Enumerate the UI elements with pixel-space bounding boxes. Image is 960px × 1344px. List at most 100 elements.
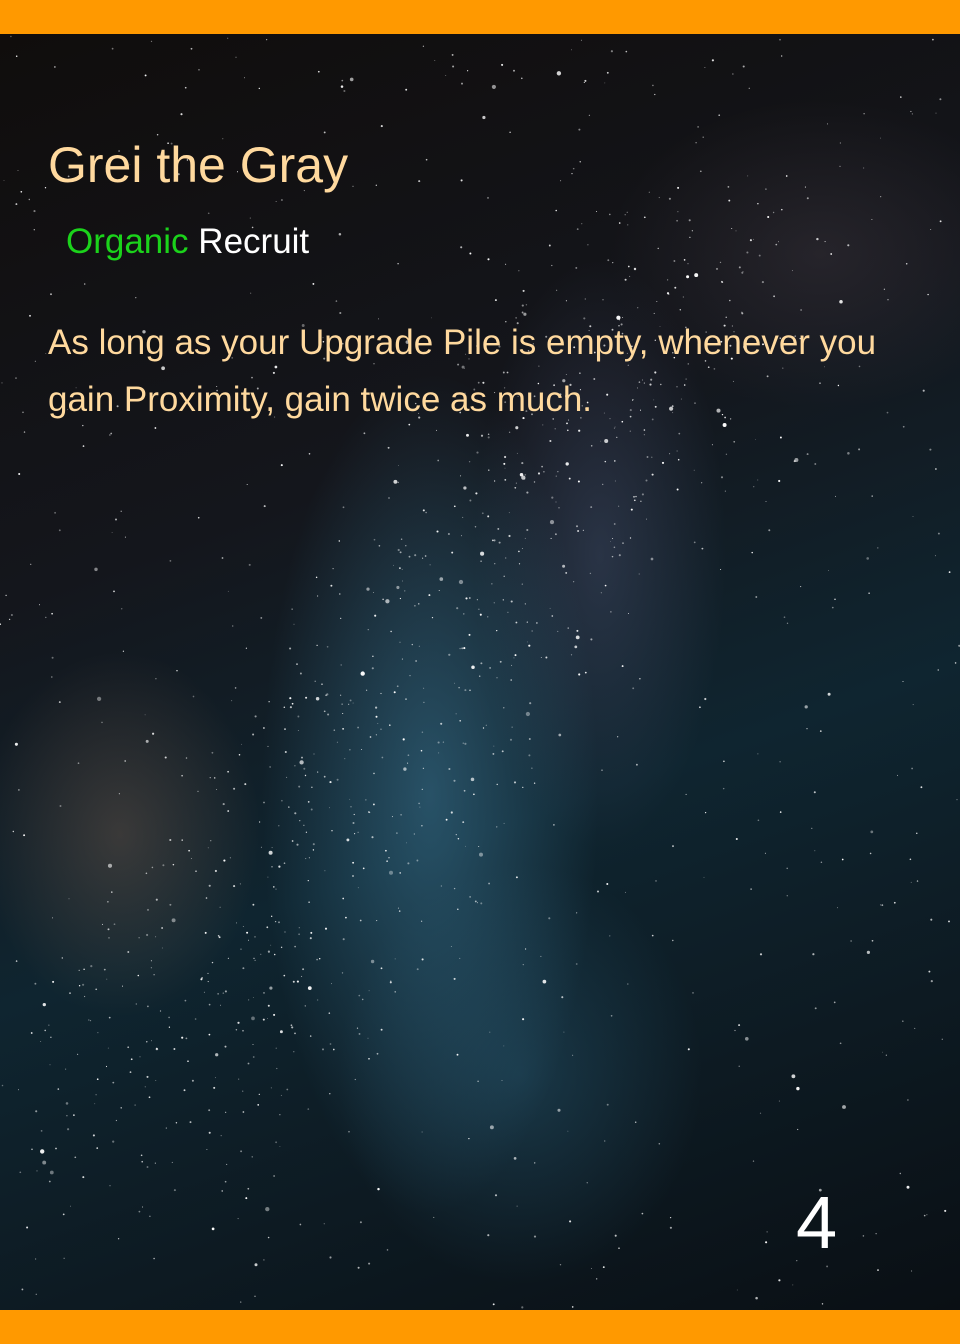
star	[779, 436, 782, 439]
star	[15, 960, 18, 962]
star	[434, 60, 436, 61]
star	[405, 842, 407, 844]
star	[911, 1270, 913, 1272]
star	[34, 982, 37, 985]
star	[305, 858, 307, 860]
star	[496, 629, 498, 632]
star	[155, 1080, 157, 1081]
star	[437, 741, 440, 744]
star	[210, 840, 212, 842]
star	[369, 736, 372, 738]
star	[357, 831, 359, 833]
star	[289, 647, 292, 650]
star	[448, 653, 451, 656]
star	[941, 1038, 943, 1040]
star	[901, 1020, 904, 1023]
star	[528, 754, 531, 757]
star	[52, 980, 55, 983]
star	[73, 1114, 75, 1116]
star	[148, 1096, 151, 1099]
star	[669, 453, 671, 455]
star	[877, 547, 879, 549]
star	[120, 1107, 122, 1109]
star	[480, 902, 483, 905]
star	[155, 677, 157, 680]
star	[604, 1140, 606, 1142]
star	[190, 47, 193, 50]
star	[555, 209, 557, 212]
star	[54, 511, 57, 514]
star	[335, 300, 338, 302]
star	[526, 528, 529, 532]
star	[67, 1128, 70, 1131]
star	[606, 1103, 609, 1106]
star	[479, 613, 482, 616]
star	[460, 179, 463, 182]
star	[935, 112, 937, 114]
star	[301, 975, 303, 977]
star	[343, 89, 346, 93]
star	[389, 981, 392, 984]
star	[510, 600, 513, 603]
star	[525, 711, 531, 717]
star	[462, 516, 464, 518]
star	[549, 439, 552, 443]
star	[280, 946, 283, 949]
star	[496, 677, 498, 679]
star	[137, 974, 140, 977]
star	[338, 540, 341, 542]
star	[96, 696, 102, 702]
star	[346, 838, 350, 842]
star	[283, 706, 286, 709]
star	[112, 1081, 115, 1084]
star	[677, 211, 679, 213]
star	[181, 1036, 184, 1039]
star	[101, 923, 103, 925]
star	[90, 965, 93, 968]
card-ability-text: As long as your Upgrade Pile is empty, w…	[48, 323, 877, 419]
star	[907, 1099, 909, 1101]
star	[380, 728, 382, 730]
star	[352, 185, 354, 187]
star	[753, 238, 755, 240]
star	[372, 591, 375, 594]
star	[911, 767, 913, 770]
star	[173, 1189, 176, 1192]
star	[657, 247, 659, 250]
star	[791, 270, 793, 272]
star	[627, 265, 630, 268]
star	[496, 783, 498, 786]
star	[107, 928, 110, 931]
star	[254, 715, 257, 718]
star	[233, 885, 236, 888]
star	[254, 936, 256, 938]
star	[1, 1084, 4, 1087]
star	[678, 432, 681, 435]
star	[450, 945, 452, 948]
star	[667, 293, 670, 296]
star	[783, 616, 786, 619]
star	[155, 936, 157, 938]
star	[408, 555, 411, 558]
star	[463, 613, 465, 615]
star	[376, 920, 378, 922]
star	[693, 541, 696, 544]
star	[638, 573, 640, 575]
star	[222, 992, 225, 994]
star	[323, 131, 326, 134]
star	[893, 901, 896, 904]
star	[113, 923, 116, 926]
star	[460, 535, 462, 537]
star	[144, 74, 147, 77]
star	[715, 267, 719, 270]
star	[929, 448, 932, 451]
star	[209, 777, 211, 779]
star	[551, 496, 554, 499]
star	[34, 1258, 37, 1260]
star	[294, 945, 296, 948]
star	[377, 1187, 380, 1191]
star	[540, 657, 542, 659]
star	[502, 599, 504, 601]
star	[109, 434, 111, 436]
star	[416, 859, 419, 862]
